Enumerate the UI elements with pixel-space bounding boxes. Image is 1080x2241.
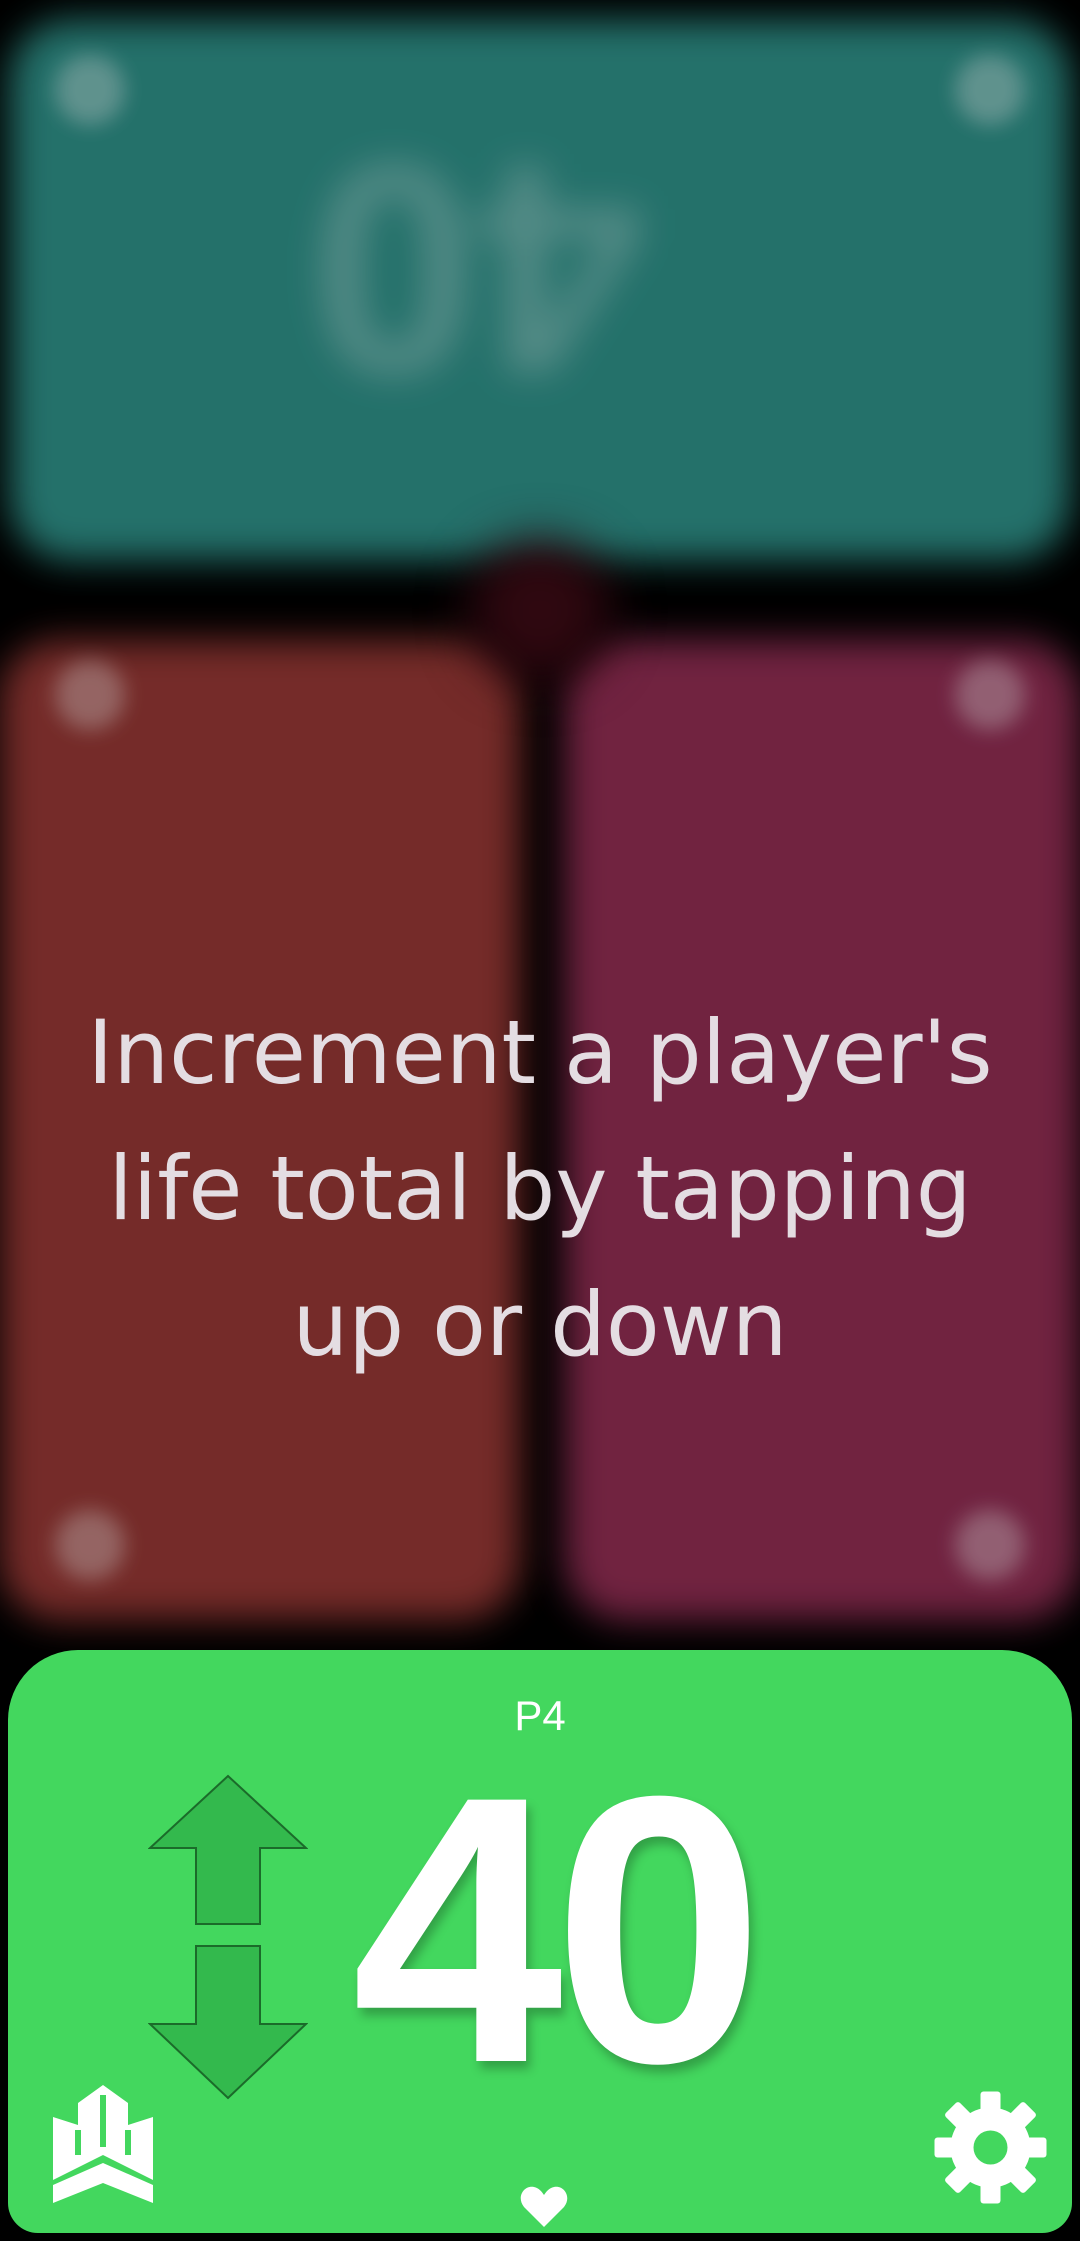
life-arrows (148, 1774, 308, 2100)
active-player-panel[interactable]: P4 40 (8, 1650, 1072, 2233)
castle-icon[interactable] (48, 2085, 158, 2205)
life-total[interactable]: 40 (318, 1730, 788, 2130)
tutorial-hint: Increment a player's life total by tappi… (87, 1001, 993, 1376)
arrow-up-icon[interactable] (148, 1774, 308, 1925)
tutorial-overlay[interactable] (0, 0, 1080, 1650)
gear-icon[interactable] (933, 2090, 1048, 2205)
arrow-down-icon[interactable] (148, 1945, 308, 2100)
heart-icon[interactable] (520, 2185, 568, 2229)
